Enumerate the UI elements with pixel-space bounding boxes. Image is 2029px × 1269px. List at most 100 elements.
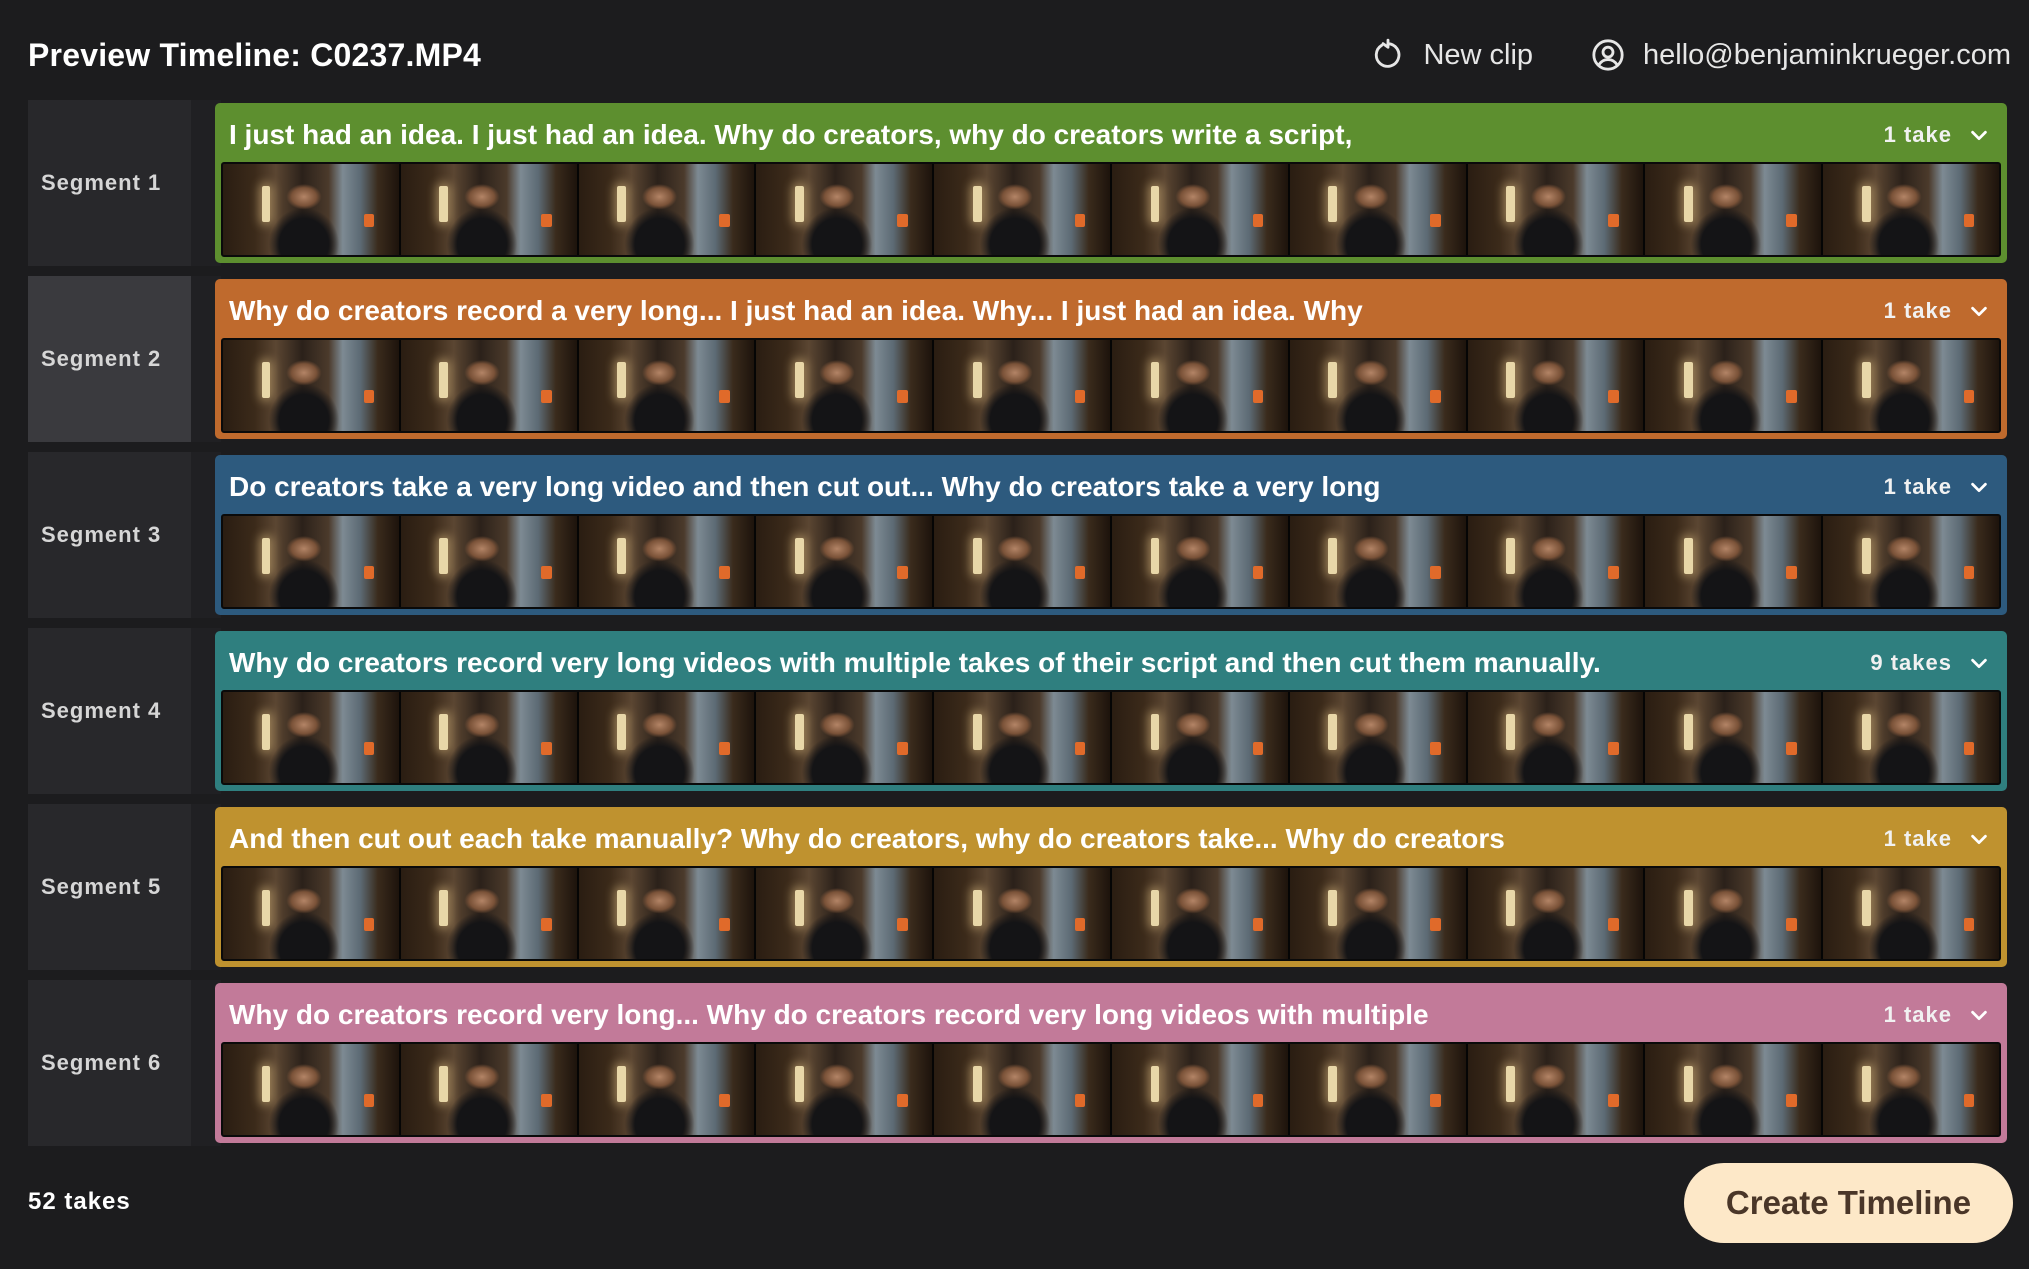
segment-card[interactable]: Why do creators record very long... Why … (215, 983, 2007, 1143)
video-thumbnail (756, 516, 935, 607)
segment-label[interactable]: Segment 4 (28, 628, 191, 794)
video-thumbnail (1289, 868, 1468, 959)
segment-label[interactable]: Segment 5 (28, 804, 191, 970)
chevron-down-icon (1968, 124, 1990, 146)
segment-transcript: Why do creators record a very long... I … (229, 295, 1363, 326)
segment-header: Why do creators record very long videos … (218, 634, 2004, 692)
segment-header: Why do creators record a very long... I … (218, 282, 2004, 340)
video-thumbnail (223, 692, 401, 783)
video-thumbnail (1823, 516, 1999, 607)
segment-card[interactable]: I just had an idea. I just had an idea. … (215, 103, 2007, 263)
video-thumbnail (1645, 1044, 1824, 1135)
segment-row: Segment 1 I just had an idea. I just had … (28, 100, 2007, 266)
create-timeline-button[interactable]: Create Timeline (1684, 1163, 2013, 1243)
segment-transcript: I just had an idea. I just had an idea. … (229, 119, 1353, 150)
video-thumbnail (1645, 868, 1824, 959)
refresh-icon (1371, 38, 1405, 72)
video-thumbnail (1467, 164, 1646, 255)
account-button[interactable]: hello@benjaminkrueger.com (1591, 38, 2011, 72)
video-thumbnail (223, 516, 401, 607)
chevron-down-icon (1968, 828, 1990, 850)
video-thumbnail (578, 516, 757, 607)
video-thumbnail (1645, 164, 1824, 255)
video-thumbnail (400, 868, 579, 959)
video-thumbnail (1467, 692, 1646, 783)
video-thumbnail (1823, 164, 1999, 255)
header-actions: New clip hello@benjaminkrueger.com (1371, 38, 2011, 72)
video-thumbnail (1289, 516, 1468, 607)
video-thumbnail (934, 692, 1112, 783)
video-thumbnail (1289, 164, 1468, 255)
video-thumbnail (578, 692, 757, 783)
takes-dropdown[interactable]: 1 take (1884, 826, 1990, 852)
video-thumbnail (934, 164, 1112, 255)
takes-dropdown[interactable]: 9 takes (1870, 650, 1990, 676)
segment-card[interactable]: Do creators take a very long video and t… (215, 455, 2007, 615)
takes-count: 1 take (1883, 474, 1952, 499)
segment-row: Segment 5 And then cut out each take manu… (28, 804, 2007, 970)
segment-card[interactable]: Why do creators record a very long... I … (215, 279, 2007, 439)
video-thumbnail (1111, 340, 1290, 431)
video-thumbnail (1645, 516, 1824, 607)
segment-label[interactable]: Segment 1 (28, 100, 191, 266)
segment-card[interactable]: Why do creators record very long videos … (215, 631, 2007, 791)
segment-transcript: Why do creators record very long... Why … (229, 999, 1429, 1030)
video-thumbnail (1823, 868, 1999, 959)
segment-row: Segment 4 Why do creators record very lon… (28, 628, 2007, 794)
video-thumbnail (756, 164, 935, 255)
video-thumbnail (400, 1044, 579, 1135)
account-email: hello@benjaminkrueger.com (1643, 38, 2011, 71)
video-thumbnail (223, 1044, 401, 1135)
video-filmstrip[interactable] (221, 514, 2001, 609)
video-thumbnail (1289, 692, 1468, 783)
segment-header: I just had an idea. I just had an idea. … (218, 106, 2004, 164)
video-thumbnail (1467, 340, 1646, 431)
takes-dropdown[interactable]: 1 take (1884, 1002, 1990, 1028)
video-thumbnail (1111, 164, 1290, 255)
video-thumbnail (934, 868, 1112, 959)
takes-dropdown[interactable]: 1 take (1884, 298, 1990, 324)
chevron-down-icon (1968, 652, 1990, 674)
total-takes-count: 52 takes (28, 1188, 131, 1215)
video-thumbnail (756, 340, 935, 431)
video-thumbnail (756, 868, 935, 959)
video-filmstrip[interactable] (221, 690, 2001, 785)
video-filmstrip[interactable] (221, 338, 2001, 433)
video-thumbnail (1467, 868, 1646, 959)
video-filmstrip[interactable] (221, 162, 2001, 257)
takes-count: 1 take (1883, 122, 1952, 147)
takes-dropdown[interactable]: 1 take (1884, 122, 1990, 148)
segment-transcript: Why do creators record very long videos … (229, 647, 1601, 678)
video-thumbnail (1111, 868, 1290, 959)
video-thumbnail (578, 340, 757, 431)
segment-header: Do creators take a very long video and t… (218, 458, 2004, 516)
takes-count: 9 takes (1870, 650, 1952, 675)
video-thumbnail (1823, 692, 1999, 783)
video-thumbnail (400, 692, 579, 783)
video-filmstrip[interactable] (221, 866, 2001, 961)
video-thumbnail (1111, 516, 1290, 607)
header: Preview Timeline: C0237.MP4 New clip hel… (28, 22, 2011, 88)
segment-row: Segment 6 Why do creators record very lon… (28, 980, 2007, 1146)
segment-transcript: Do creators take a very long video and t… (229, 471, 1381, 502)
video-thumbnail (400, 516, 579, 607)
segment-label[interactable]: Segment 2 (28, 276, 191, 442)
segment-label[interactable]: Segment 3 (28, 452, 191, 618)
video-thumbnail (1467, 1044, 1646, 1135)
page-title: Preview Timeline: C0237.MP4 (28, 36, 482, 73)
video-thumbnail (578, 164, 757, 255)
video-thumbnail (1289, 340, 1468, 431)
segment-row: Segment 2 Why do creators record a very l… (28, 276, 2007, 442)
video-thumbnail (223, 340, 401, 431)
segment-header: Why do creators record very long... Why … (218, 986, 2004, 1044)
video-thumbnail (756, 692, 935, 783)
new-clip-button[interactable]: New clip (1371, 38, 1533, 72)
video-thumbnail (934, 1044, 1112, 1135)
video-thumbnail (934, 516, 1112, 607)
segment-label[interactable]: Segment 6 (28, 980, 191, 1146)
video-filmstrip[interactable] (221, 1042, 2001, 1137)
takes-dropdown[interactable]: 1 take (1884, 474, 1990, 500)
segment-header: And then cut out each take manually? Why… (218, 810, 2004, 868)
chevron-down-icon (1968, 476, 1990, 498)
segment-card[interactable]: And then cut out each take manually? Why… (215, 807, 2007, 967)
